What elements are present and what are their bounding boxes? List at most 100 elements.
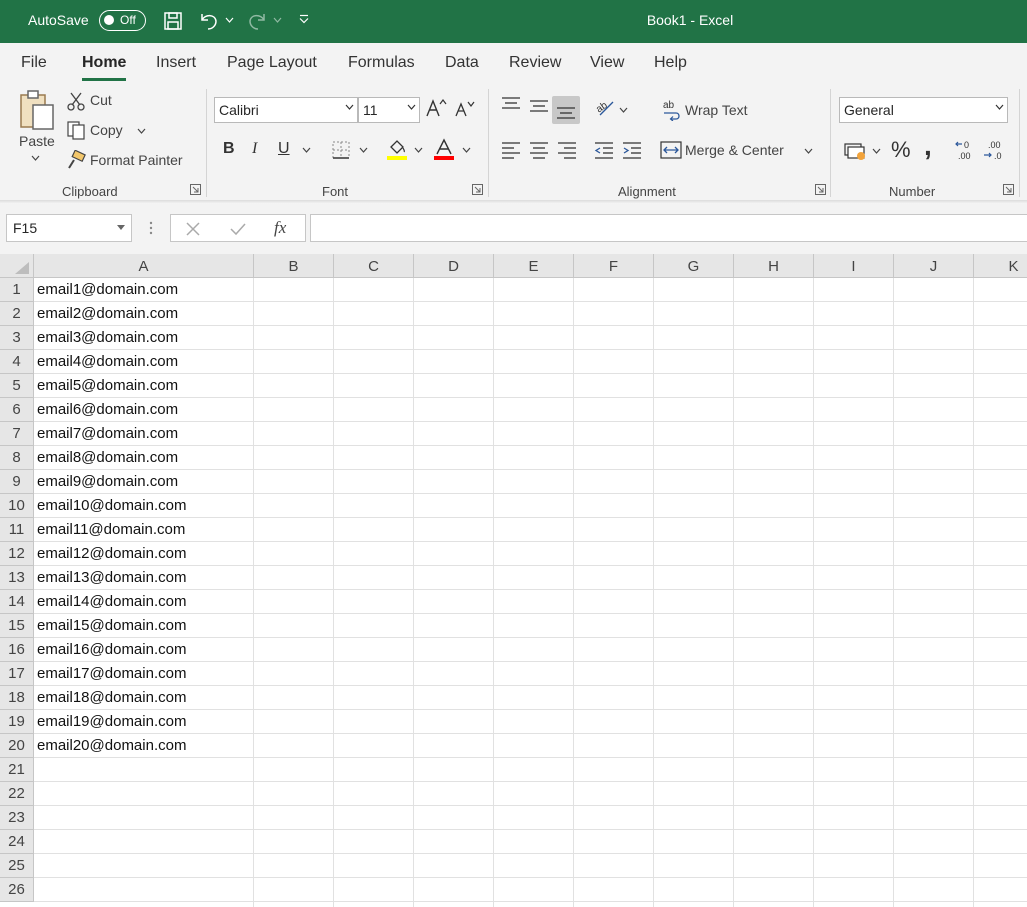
increase-font-size-icon[interactable]	[425, 98, 447, 118]
align-right-icon[interactable]	[557, 141, 577, 159]
tab-data[interactable]: Data	[445, 54, 479, 72]
row-header-10[interactable]: 10	[0, 494, 34, 518]
cell-a19[interactable]: email19@domain.com	[37, 710, 186, 734]
cell-a16[interactable]: email16@domain.com	[37, 638, 186, 662]
scissors-icon[interactable]	[67, 91, 85, 111]
borders-dropdown-icon[interactable]	[359, 147, 368, 153]
copy-icon[interactable]	[66, 120, 86, 140]
percent-style-button[interactable]: %	[891, 137, 911, 163]
paste-dropdown-icon[interactable]	[31, 155, 40, 161]
alignment-launcher-icon[interactable]	[815, 184, 826, 195]
accounting-dropdown-icon[interactable]	[872, 148, 881, 154]
align-center-icon[interactable]	[529, 141, 549, 159]
tab-home[interactable]: Home	[82, 54, 127, 81]
format-painter-icon[interactable]	[66, 150, 86, 170]
row-header-12[interactable]: 12	[0, 542, 34, 566]
fill-color-dropdown-icon[interactable]	[414, 147, 423, 153]
merge-center-icon[interactable]	[660, 140, 682, 160]
number-format-select[interactable]: General	[839, 97, 1008, 123]
cell-a8[interactable]: email8@domain.com	[37, 446, 178, 470]
cell-a20[interactable]: email20@domain.com	[37, 734, 186, 758]
increase-indent-icon[interactable]	[622, 141, 642, 159]
column-header-b[interactable]: B	[254, 254, 334, 278]
bottom-align-button[interactable]	[552, 96, 580, 124]
cell-a4[interactable]: email4@domain.com	[37, 350, 178, 374]
row-header-23[interactable]: 23	[0, 806, 34, 830]
name-box-dropdown-icon[interactable]	[117, 225, 125, 230]
merge-dropdown-icon[interactable]	[804, 148, 813, 154]
column-header-d[interactable]: D	[414, 254, 494, 278]
increase-decimal-icon[interactable]: 0 .00	[954, 139, 978, 161]
column-header-f[interactable]: F	[574, 254, 654, 278]
insert-function-icon[interactable]: fx	[274, 218, 286, 238]
cell-a18[interactable]: email18@domain.com	[37, 686, 186, 710]
italic-button[interactable]: I	[252, 140, 257, 158]
row-header-5[interactable]: 5	[0, 374, 34, 398]
row-header-16[interactable]: 16	[0, 638, 34, 662]
row-header-6[interactable]: 6	[0, 398, 34, 422]
column-header-k[interactable]: K	[974, 254, 1027, 278]
tab-view[interactable]: View	[590, 54, 624, 72]
comma-style-button[interactable]: ,	[924, 130, 932, 162]
cut-button[interactable]: Cut	[90, 92, 112, 108]
row-header-14[interactable]: 14	[0, 590, 34, 614]
select-all-button[interactable]	[0, 254, 34, 278]
column-header-j[interactable]: J	[894, 254, 974, 278]
row-header-24[interactable]: 24	[0, 830, 34, 854]
bold-button[interactable]: B	[223, 140, 235, 158]
tab-page-layout[interactable]: Page Layout	[227, 54, 317, 72]
row-header-25[interactable]: 25	[0, 854, 34, 878]
cancel-icon[interactable]	[185, 221, 201, 237]
column-header-g[interactable]: G	[654, 254, 734, 278]
row-header-20[interactable]: 20	[0, 734, 34, 758]
font-size-select[interactable]: 11	[358, 97, 420, 123]
row-header-18[interactable]: 18	[0, 686, 34, 710]
row-header-26[interactable]: 26	[0, 878, 34, 902]
tab-insert[interactable]: Insert	[156, 54, 196, 72]
column-header-i[interactable]: I	[814, 254, 894, 278]
decrease-indent-icon[interactable]	[594, 141, 614, 159]
row-header-19[interactable]: 19	[0, 710, 34, 734]
paste-label[interactable]: Paste	[19, 133, 55, 149]
row-header-21[interactable]: 21	[0, 758, 34, 782]
copy-button[interactable]: Copy	[90, 122, 123, 138]
font-launcher-icon[interactable]	[472, 184, 483, 195]
cell-a1[interactable]: email1@domain.com	[37, 278, 178, 302]
clipboard-launcher-icon[interactable]	[190, 184, 201, 195]
cell-a2[interactable]: email2@domain.com	[37, 302, 178, 326]
row-header-4[interactable]: 4	[0, 350, 34, 374]
column-header-h[interactable]: H	[734, 254, 814, 278]
font-color-icon[interactable]	[433, 138, 455, 162]
font-color-dropdown-icon[interactable]	[462, 147, 471, 153]
row-header-22[interactable]: 22	[0, 782, 34, 806]
enter-icon[interactable]	[229, 221, 247, 237]
orientation-dropdown-icon[interactable]	[619, 107, 628, 113]
cell-a15[interactable]: email15@domain.com	[37, 614, 186, 638]
decrease-font-size-icon[interactable]	[454, 100, 476, 118]
wrap-text-button[interactable]: Wrap Text	[685, 102, 748, 118]
orientation-icon[interactable]: ab	[594, 97, 616, 117]
tab-review[interactable]: Review	[509, 54, 561, 72]
cell-a7[interactable]: email7@domain.com	[37, 422, 178, 446]
row-header-9[interactable]: 9	[0, 470, 34, 494]
cell-a10[interactable]: email10@domain.com	[37, 494, 186, 518]
underline-dropdown-icon[interactable]	[302, 147, 311, 153]
row-header-11[interactable]: 11	[0, 518, 34, 542]
cell-a12[interactable]: email12@domain.com	[37, 542, 186, 566]
row-header-17[interactable]: 17	[0, 662, 34, 686]
number-launcher-icon[interactable]	[1003, 184, 1014, 195]
cell-a13[interactable]: email13@domain.com	[37, 566, 186, 590]
row-header-8[interactable]: 8	[0, 446, 34, 470]
middle-align-icon[interactable]	[529, 97, 549, 115]
cell-a3[interactable]: email3@domain.com	[37, 326, 178, 350]
borders-icon[interactable]	[331, 140, 351, 160]
cell-a5[interactable]: email5@domain.com	[37, 374, 178, 398]
cell-a14[interactable]: email14@domain.com	[37, 590, 186, 614]
row-header-3[interactable]: 3	[0, 326, 34, 350]
row-header-1[interactable]: 1	[0, 278, 34, 302]
row-header-2[interactable]: 2	[0, 302, 34, 326]
top-align-icon[interactable]	[501, 96, 521, 114]
column-header-e[interactable]: E	[494, 254, 574, 278]
align-left-icon[interactable]	[501, 141, 521, 159]
cell-a17[interactable]: email17@domain.com	[37, 662, 186, 686]
